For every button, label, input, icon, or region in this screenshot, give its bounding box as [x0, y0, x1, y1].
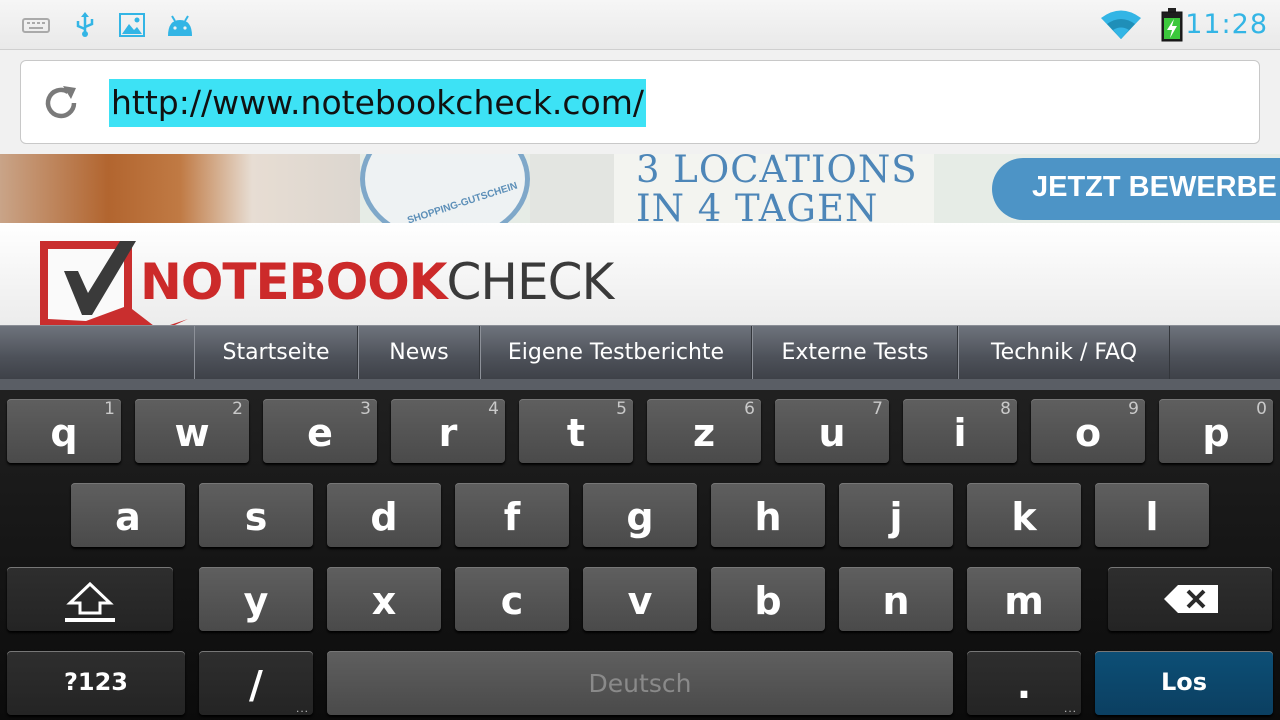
- key-n[interactable]: n: [839, 567, 953, 631]
- nav-startseite[interactable]: Startseite: [194, 326, 358, 380]
- enter-go-key[interactable]: Los: [1095, 651, 1273, 715]
- key-label: o: [1074, 411, 1102, 455]
- nav-externe-tests[interactable]: Externe Tests: [752, 326, 958, 380]
- key-label: u: [818, 411, 846, 455]
- backspace-key[interactable]: [1108, 567, 1272, 631]
- key-j[interactable]: j: [839, 483, 953, 547]
- screen: 11:28 http://www.notebookcheck.com/ SHOP…: [0, 0, 1280, 720]
- key-f[interactable]: f: [455, 483, 569, 547]
- banner-cta-label: JETZT BEWERBE: [1032, 171, 1277, 203]
- key-a[interactable]: a: [71, 483, 185, 547]
- key-label: l: [1145, 495, 1159, 539]
- space-label: Deutsch: [588, 669, 692, 698]
- shift-icon: [65, 581, 115, 622]
- key-y[interactable]: y: [199, 567, 313, 631]
- web-page: SHOPPING-GUTSCHEIN 3 LOCATIONS IN 4 TAGE…: [0, 154, 1280, 390]
- reload-icon[interactable]: [41, 83, 81, 123]
- banner-divider: [530, 154, 614, 223]
- key-label: x: [371, 579, 397, 623]
- banner-photo: [0, 154, 360, 223]
- space-key[interactable]: Deutsch: [327, 651, 953, 715]
- key-label: j: [889, 495, 903, 539]
- key-h[interactable]: h: [711, 483, 825, 547]
- sub-nav: [0, 379, 1280, 390]
- key-label: i: [953, 411, 967, 455]
- nav-technik-faq[interactable]: Technik / FAQ: [958, 326, 1170, 380]
- key-w[interactable]: 2w: [135, 399, 249, 463]
- key-u[interactable]: 7u: [775, 399, 889, 463]
- key-r[interactable]: 4r: [391, 399, 505, 463]
- slash-key[interactable]: /...: [199, 651, 313, 715]
- site-nav: Startseite News Eigene Testberichte Exte…: [0, 325, 1280, 380]
- site-logo-text[interactable]: NOTEBOOKCHECK: [140, 253, 614, 311]
- status-time: 11:28: [1185, 9, 1268, 40]
- key-c[interactable]: c: [455, 567, 569, 631]
- soft-keyboard: 1q 2w 3e 4r 5t 6z 7u 8i 9o 0p a s d f g …: [0, 390, 1280, 720]
- nav-eigene-testberichte[interactable]: Eigene Testberichte: [480, 326, 752, 380]
- shift-key[interactable]: [7, 567, 173, 631]
- key-g[interactable]: g: [583, 483, 697, 547]
- symbols-key[interactable]: ?123: [7, 651, 185, 715]
- more-keys-dots: ...: [295, 701, 309, 715]
- keyboard-icon: [22, 18, 50, 33]
- key-l[interactable]: l: [1095, 483, 1209, 547]
- android-debug-icon: [168, 15, 192, 36]
- key-label: y: [243, 579, 269, 623]
- key-label: r: [438, 411, 458, 455]
- usb-icon: [76, 12, 94, 37]
- url-bar[interactable]: http://www.notebookcheck.com/: [20, 60, 1260, 144]
- key-v[interactable]: v: [583, 567, 697, 631]
- key-q[interactable]: 1q: [7, 399, 121, 463]
- url-input[interactable]: http://www.notebookcheck.com/: [109, 79, 647, 127]
- wifi-icon: [1101, 10, 1141, 39]
- backspace-icon: [1164, 585, 1218, 613]
- banner-headline-2: IN 4 TAGEN: [636, 187, 879, 223]
- key-i[interactable]: 8i: [903, 399, 1017, 463]
- key-label: m: [1004, 579, 1044, 623]
- key-label: f: [503, 495, 521, 539]
- logo-part-1: NOTEBOOK: [140, 253, 447, 311]
- key-label: q: [50, 411, 78, 455]
- key-label: c: [500, 579, 524, 623]
- key-label: a: [115, 495, 141, 539]
- key-label: v: [627, 579, 653, 623]
- period-key[interactable]: ....: [967, 651, 1081, 715]
- banner-headline-1: 3 LOCATIONS: [636, 154, 918, 191]
- key-label: k: [1011, 495, 1037, 539]
- image-icon: [119, 13, 145, 37]
- key-label: b: [754, 579, 782, 623]
- key-label: d: [370, 495, 398, 539]
- key-label: n: [882, 579, 910, 623]
- status-bar: 11:28: [0, 0, 1280, 50]
- key-d[interactable]: d: [327, 483, 441, 547]
- key-t[interactable]: 5t: [519, 399, 633, 463]
- key-x[interactable]: x: [327, 567, 441, 631]
- battery-charging-icon: [1161, 8, 1183, 42]
- more-keys-dots: ...: [1063, 701, 1077, 715]
- key-o[interactable]: 9o: [1031, 399, 1145, 463]
- key-k[interactable]: k: [967, 483, 1081, 547]
- key-label: s: [244, 495, 268, 539]
- nav-news[interactable]: News: [358, 326, 480, 380]
- banner-ad[interactable]: SHOPPING-GUTSCHEIN 3 LOCATIONS IN 4 TAGE…: [0, 154, 1280, 223]
- key-label: p: [1202, 411, 1230, 455]
- key-s[interactable]: s: [199, 483, 313, 547]
- key-label: z: [692, 411, 716, 455]
- site-header: NOTEBOOKCHECK: [0, 223, 1280, 351]
- key-label: Los: [1160, 668, 1208, 696]
- key-label: h: [754, 495, 782, 539]
- key-p[interactable]: 0p: [1159, 399, 1273, 463]
- key-label: ?123: [63, 668, 129, 696]
- key-b[interactable]: b: [711, 567, 825, 631]
- key-m[interactable]: m: [967, 567, 1081, 631]
- key-label: g: [626, 495, 654, 539]
- key-z[interactable]: 6z: [647, 399, 761, 463]
- logo-part-2: CHECK: [446, 253, 614, 311]
- key-label: t: [566, 411, 586, 455]
- key-e[interactable]: 3e: [263, 399, 377, 463]
- browser-toolbar: http://www.notebookcheck.com/: [0, 50, 1280, 154]
- key-label: w: [174, 411, 210, 455]
- key-label: e: [307, 411, 333, 455]
